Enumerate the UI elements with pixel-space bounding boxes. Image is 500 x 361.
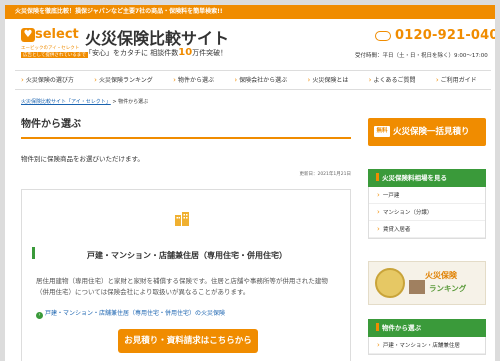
sidebar-item-detached[interactable]: 一戸建	[369, 187, 485, 204]
card-title: 戸建・マンション・店舗兼住居（専用住宅・併用住宅）	[87, 251, 287, 260]
freedial-icon	[375, 31, 391, 41]
phone-text: 0120-921-040	[395, 28, 495, 43]
nav-item-by-company[interactable]: 保険会社から選ぶ	[228, 71, 301, 89]
tagline-suffix: 万件突破！	[192, 49, 228, 57]
sidebar-list-property: 戸建・マンション・店舗兼住居	[368, 337, 486, 355]
page-title: 物件から選ぶ	[21, 115, 351, 139]
property-card: 戸建・マンション・店舗兼住居（専用住宅・併用住宅） 居住用建物（専用住宅）と家財…	[21, 189, 351, 361]
bulk-quote-button[interactable]: 無料 火災保険一括見積り	[368, 118, 486, 146]
tagline-number: 10	[178, 47, 193, 58]
card-link[interactable]: › 戸建・マンション・店舗兼住居（専用住宅・併用住宅）の火災保険	[36, 308, 225, 319]
nav-item-ranking[interactable]: 火災保険ランキング	[88, 71, 167, 89]
quote-request-button[interactable]: お見積り・資料請求はこちらから	[118, 329, 258, 353]
breadcrumb-current: 物件から選ぶ	[118, 99, 149, 105]
ranking-line2: ランキング	[429, 284, 467, 293]
sidebar-heading-property: 物件から選ぶ	[368, 319, 486, 337]
breadcrumb-home[interactable]: 火災保険比較サイト「アイ・セレクト」	[21, 99, 111, 105]
card-link-label: 戸建・マンション・店舗兼住居（専用住宅・併用住宅）の火災保険	[45, 310, 226, 317]
logo-subtitle: エービックのアイ・セレクト	[21, 46, 80, 51]
arrow-circle-icon: ›	[36, 312, 43, 319]
updated-date: 更新日：2021年1月21日	[299, 172, 351, 177]
heart-icon: ♥	[21, 28, 35, 42]
logo-ribbon: 広告として提供されているまで	[21, 52, 88, 58]
nav-item-by-property[interactable]: 物件から選ぶ	[167, 71, 228, 89]
card-description: 居住用建物（専用住宅）と家財と家財を補償する保険です。住居と店舗や事務所等が併用…	[36, 277, 328, 296]
breadcrumb: 火災保険比較サイト「アイ・セレクト」 > 物件から選ぶ	[21, 98, 148, 105]
site-logo[interactable]: ♥ select エービックのアイ・セレクト 広告として提供されているまで	[21, 28, 88, 62]
global-nav: 火災保険の選び方 火災保険ランキング 物件から選ぶ 保険会社から選ぶ 火災保険と…	[15, 70, 491, 90]
site-title[interactable]: 火災保険比較サイト	[85, 25, 229, 49]
logo-word: select	[35, 27, 79, 42]
sidebar-item-renter[interactable]: 賃貸入居者	[369, 221, 485, 238]
tagline-prefix: 「安心」をカタチに 相談件数	[85, 49, 179, 57]
free-badge: 無料	[374, 126, 390, 137]
intro-text: 物件別に保険商品をお選びいただけます。	[21, 155, 144, 163]
medal-icon	[375, 268, 405, 298]
business-hours: 受付時間：平日（土・日・祝日を除く）9:00〜17:00	[355, 53, 488, 59]
page: 火災保険を徹底比較！損保ジャパンなど主要7社の商品・保険料を簡単検索!! ♥ s…	[5, 5, 495, 361]
building-icon	[175, 212, 189, 226]
tagline: 「安心」をカタチに 相談件数10万件突破！	[85, 47, 227, 58]
sidebar-item-property[interactable]: 戸建・マンション・店舗兼住居	[369, 337, 485, 354]
nav-item-about[interactable]: 火災保険とは	[302, 71, 363, 89]
sidebar-heading-premium: 火災保険料相場を見る	[368, 169, 486, 187]
ranking-line1: 火災保険	[425, 271, 457, 280]
nav-item-faq[interactable]: よくあるご質問	[363, 71, 430, 89]
ranking-banner[interactable]: 火災保険 ランキング	[368, 261, 486, 305]
sidebar-item-condo[interactable]: マンション（分譲）	[369, 204, 485, 221]
house-icon	[409, 280, 425, 294]
phone-number[interactable]: 0120-921-040	[375, 28, 495, 44]
nav-item-guide[interactable]: ご利用ガイド	[430, 71, 491, 89]
top-banner: 火災保険を徹底比較！損保ジャパンなど主要7社の商品・保険料を簡単検索!!	[5, 5, 495, 19]
main-content: 物件から選ぶ 物件別に保険商品をお選びいただけます。 更新日：2021年1月21…	[21, 115, 351, 361]
bulk-quote-label: 火災保険一括見積り	[393, 127, 470, 137]
nav-item-how-to-choose[interactable]: 火災保険の選び方	[15, 71, 88, 89]
sidebar-list-premium: 一戸建 マンション（分譲） 賃貸入居者	[368, 187, 486, 239]
